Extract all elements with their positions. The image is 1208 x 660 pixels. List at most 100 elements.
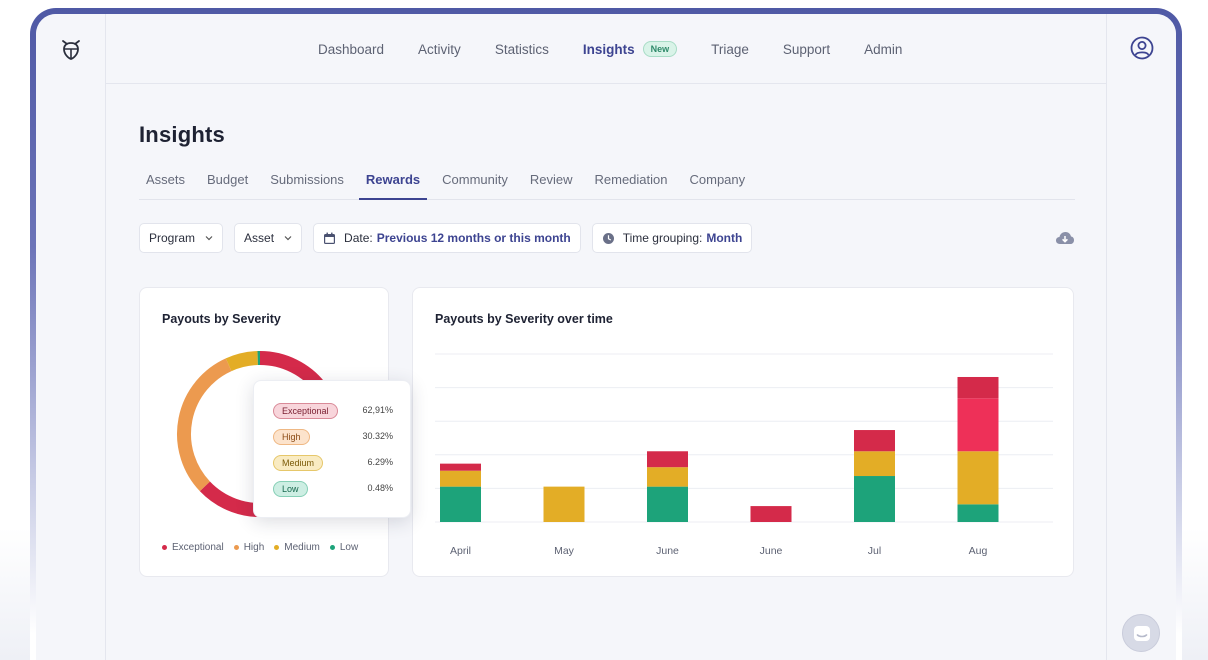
severity-over-time-bar-chart: April May June June Jul Aug: [435, 353, 1053, 557]
legend-dot-high: [233, 545, 239, 550]
legend-dot-exceptional: [162, 545, 167, 550]
bar-segment-high[interactable]: [957, 398, 999, 452]
x-tick-label: Jul: [868, 545, 881, 557]
tooltip-value-high: 30.32%: [362, 431, 393, 441]
date-range-filter[interactable]: Date: Previous 12 months or this month: [313, 223, 581, 253]
x-tick-label: May: [554, 545, 575, 557]
tab-community[interactable]: Community: [435, 164, 515, 200]
top-nav-bar: Dashboard Activity Statistics Insights Ne…: [106, 14, 1106, 84]
right-sidebar: [1106, 14, 1176, 660]
tooltip-pill-exceptional: Exceptional: [273, 403, 338, 419]
nav-admin-label: Admin: [864, 41, 903, 57]
program-dropdown[interactable]: Program: [139, 223, 224, 253]
tooltip-row-medium: Medium 6.29%: [273, 455, 393, 471]
bar-segment-exceptional[interactable]: [854, 430, 895, 452]
time-grouping-label: Time grouping:: [622, 231, 703, 245]
calendar-icon: [324, 232, 336, 244]
nav-admin[interactable]: Admin: [864, 42, 902, 57]
app-screen: Dashboard Activity Statistics Insights Ne…: [36, 14, 1176, 660]
time-grouping-filter[interactable]: Time grouping: Month: [591, 223, 753, 253]
tab-budget[interactable]: Budget: [200, 164, 255, 200]
bar-segment-medium[interactable]: [957, 451, 999, 505]
nav-activity[interactable]: Activity: [418, 42, 461, 57]
page-title: Insights: [139, 122, 225, 147]
date-filter-value: Previous 12 months or this month: [376, 231, 571, 245]
bar-segment-medium[interactable]: [543, 486, 585, 522]
legend-dot-low: [329, 545, 335, 550]
bug-logo-icon[interactable]: [58, 36, 84, 62]
donut-slice-medium[interactable]: [225, 351, 259, 372]
tooltip-value-low: 0.48%: [367, 483, 393, 493]
bar-segment-low[interactable]: [854, 476, 895, 522]
tooltip-pill-medium: Medium: [273, 455, 324, 471]
tab-company[interactable]: Company: [683, 164, 753, 200]
legend-label-exceptional: Exceptional: [172, 542, 224, 553]
tooltip-value-exceptional: 62,91%: [362, 405, 393, 415]
bar-segment-low[interactable]: [957, 504, 999, 522]
bar-segment-low[interactable]: [440, 486, 481, 522]
user-avatar-icon[interactable]: [1130, 36, 1154, 60]
bar-segment-medium[interactable]: [647, 467, 688, 487]
nav-triage[interactable]: Triage: [711, 42, 749, 57]
tooltip-pill-low: Low: [273, 481, 308, 497]
x-tick-label: June: [760, 545, 783, 557]
tooltip-row-exceptional: Exceptional 62,91%: [273, 403, 393, 419]
device-frame: Dashboard Activity Statistics Insights Ne…: [30, 8, 1182, 660]
bar-segment-exceptional[interactable]: [750, 506, 792, 522]
new-badge: New: [642, 41, 678, 57]
nav-triage-label: Triage: [711, 41, 749, 57]
legend-label-low: Low: [339, 542, 359, 553]
chevron-down-icon: [205, 236, 213, 241]
left-sidebar: [36, 14, 106, 660]
bar-segment-medium[interactable]: [440, 470, 481, 487]
legend-item-high[interactable]: High: [233, 542, 265, 553]
tab-remediation[interactable]: Remediation: [588, 164, 675, 200]
donut-legend: Exceptional High Medium Low: [162, 542, 368, 553]
x-tick-label: June: [656, 545, 679, 557]
date-filter-label: Date:: [344, 231, 373, 245]
tooltip-row-low: Low 0.48%: [273, 481, 393, 497]
tab-review[interactable]: Review: [523, 164, 580, 200]
nav-insights[interactable]: Insights New: [582, 41, 678, 57]
bar-segment-medium[interactable]: [854, 451, 895, 477]
legend-label-high: High: [243, 542, 265, 553]
legend-item-low[interactable]: Low: [329, 542, 359, 553]
tooltip-row-high: High 30.32%: [273, 429, 393, 445]
x-tick-label: April: [450, 545, 471, 557]
main-nav: Dashboard Activity Statistics Insights Ne…: [318, 14, 936, 84]
nav-dashboard[interactable]: Dashboard: [318, 42, 384, 57]
legend-dot-medium: [274, 545, 280, 550]
nav-statistics-label: Statistics: [494, 41, 549, 57]
filter-bar: Program Asset Date: Previous 12 months o…: [139, 223, 763, 253]
tooltip-value-medium: 6.29%: [367, 457, 393, 467]
legend-item-exceptional[interactable]: Exceptional: [162, 542, 224, 553]
nav-insights-label: Insights: [582, 41, 635, 57]
tooltip-pill-high: High: [273, 429, 310, 445]
tab-submissions[interactable]: Submissions: [263, 164, 351, 200]
bar-segment-exceptional[interactable]: [440, 463, 481, 471]
donut-slice-high[interactable]: [177, 358, 232, 492]
cloud-download-icon[interactable]: [1055, 229, 1075, 247]
insights-subtabs: Assets Budget Submissions Rewards Commun…: [139, 164, 1075, 200]
bar-segment-exceptional[interactable]: [957, 376, 999, 399]
legend-item-medium[interactable]: Medium: [274, 542, 320, 553]
chevron-down-icon: [284, 236, 292, 241]
tab-rewards[interactable]: Rewards: [358, 164, 428, 200]
nav-dashboard-label: Dashboard: [318, 41, 385, 57]
bar-segment-low[interactable]: [647, 486, 688, 522]
bar-segment-exceptional[interactable]: [647, 451, 688, 468]
legend-label-medium: Medium: [284, 542, 320, 553]
chat-icon: [1134, 626, 1150, 641]
x-tick-label: Aug: [969, 545, 988, 557]
nav-activity-label: Activity: [418, 41, 461, 57]
time-grouping-value: Month: [706, 231, 743, 245]
nav-statistics[interactable]: Statistics: [495, 42, 549, 57]
chat-launcher-button[interactable]: [1122, 614, 1160, 652]
donut-card-title: Payouts by Severity: [162, 312, 281, 326]
nav-support[interactable]: Support: [783, 42, 830, 57]
asset-dropdown[interactable]: Asset: [234, 223, 303, 253]
nav-support-label: Support: [782, 41, 831, 57]
program-dropdown-label: Program: [149, 231, 196, 245]
tab-assets[interactable]: Assets: [139, 164, 192, 200]
donut-tooltip: Exceptional 62,91% High 30.32% Medium 6.…: [253, 380, 411, 518]
